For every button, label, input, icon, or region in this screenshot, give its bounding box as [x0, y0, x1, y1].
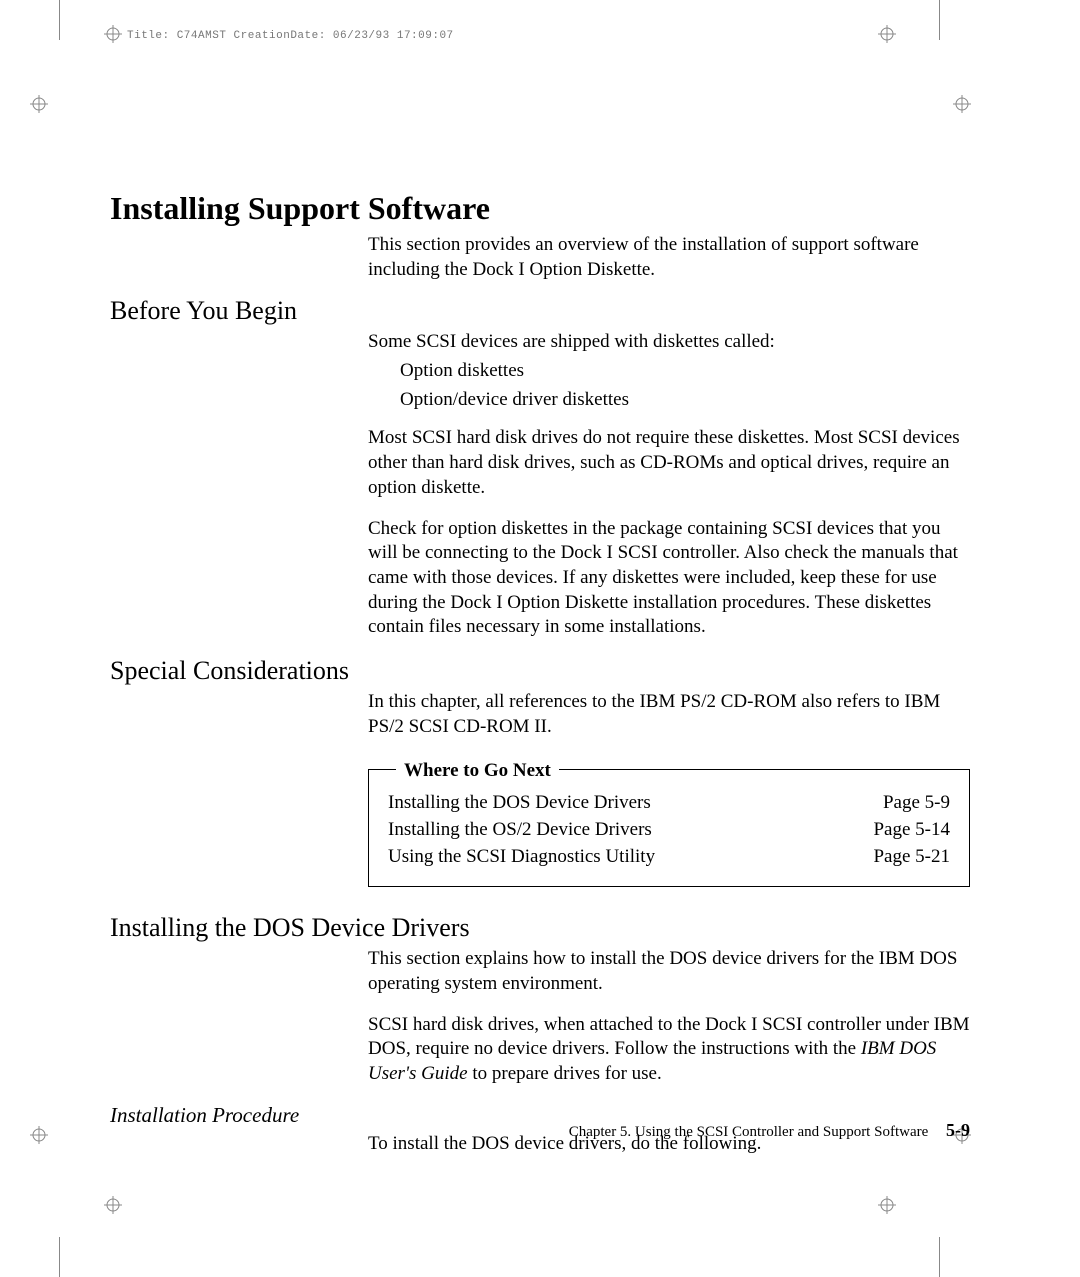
before-paragraph-3: Check for option diskettes in the packag… [368, 517, 970, 640]
registration-mark-icon [878, 25, 896, 43]
registration-mark-icon [104, 25, 122, 43]
special-paragraph-1: In this chapter, all references to the I… [368, 690, 970, 739]
nextbox-label: Installing the DOS Device Drivers [388, 791, 651, 816]
list-item: Option/device driver diskettes [400, 388, 970, 413]
registration-mark-icon [30, 95, 48, 113]
footer-page-number: 5-9 [946, 1120, 970, 1140]
page-footer: Chapter 5. Using the SCSI Controller and… [110, 1120, 970, 1141]
nextbox-page: Page 5-9 [883, 791, 950, 816]
running-header: Title: C74AMST CreationDate: 06/23/93 17… [127, 30, 454, 42]
nextbox-row: Using the SCSI Diagnostics Utility Page … [388, 845, 950, 870]
list-item: Option diskettes [400, 359, 970, 384]
where-to-go-next-title: Where to Go Next [396, 759, 559, 784]
nextbox-page: Page 5-14 [873, 818, 950, 843]
registration-mark-icon [953, 95, 971, 113]
section-before-you-begin: Before You Begin [110, 296, 970, 326]
nextbox-label: Installing the OS/2 Device Drivers [388, 818, 652, 843]
registration-mark-icon [878, 1196, 896, 1214]
registration-mark-icon [104, 1196, 122, 1214]
before-paragraph-1: Some SCSI devices are shipped with diske… [368, 330, 970, 355]
nextbox-page: Page 5-21 [873, 845, 950, 870]
before-paragraph-2: Most SCSI hard disk drives do not requir… [368, 426, 970, 500]
diskette-types-list: Option diskettes Option/device driver di… [368, 359, 970, 412]
nextbox-row: Installing the OS/2 Device Drivers Page … [388, 818, 950, 843]
nextbox-label: Using the SCSI Diagnostics Utility [388, 845, 655, 870]
footer-chapter: Chapter 5. Using the SCSI Controller and… [569, 1124, 929, 1140]
intro-paragraph: This section provides an overview of the… [368, 233, 970, 282]
dos-paragraph-1: This section explains how to install the… [368, 947, 970, 996]
where-to-go-next-box: Where to Go Next Installing the DOS Devi… [368, 759, 970, 887]
dos-paragraph-2: SCSI hard disk drives, when attached to … [368, 1013, 970, 1087]
section-special-considerations: Special Considerations [110, 656, 970, 686]
registration-mark-icon [30, 1126, 48, 1144]
section-installing-dos-drivers: Installing the DOS Device Drivers [110, 913, 970, 943]
page-title: Installing Support Software [110, 190, 970, 227]
nextbox-row: Installing the DOS Device Drivers Page 5… [388, 791, 950, 816]
